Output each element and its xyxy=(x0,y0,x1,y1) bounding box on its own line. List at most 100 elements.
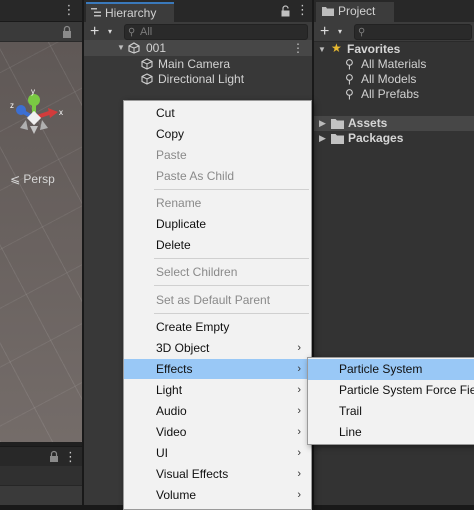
submenu-item-particle-system[interactable]: Particle System xyxy=(308,359,474,380)
hierarchy-scene-row[interactable]: ▼ 001 ⋮ xyxy=(84,40,312,56)
submenu-arrow-icon: › xyxy=(297,447,301,459)
menu-item-light[interactable]: Light › xyxy=(124,380,311,400)
menu-item-effects[interactable]: Effects › xyxy=(124,359,311,379)
game-tab-bar: ⋮ xyxy=(0,446,82,466)
persp-icon: ⩽ xyxy=(10,172,24,186)
submenu-item-trail[interactable]: Trail xyxy=(308,401,474,422)
unity-scene-icon xyxy=(128,42,140,54)
submenu-item-label: Trail xyxy=(339,404,362,418)
search-icon: ⚲ xyxy=(345,87,354,101)
effects-submenu: Particle System Particle System Force Fi… xyxy=(307,357,474,445)
tab-hierarchy[interactable]: Hierarchy xyxy=(86,2,174,22)
folder-row-assets[interactable]: ▶ Assets xyxy=(314,116,474,131)
menu-item-label: Audio xyxy=(156,404,187,418)
tab-project[interactable]: Project xyxy=(316,2,394,22)
hierarchy-tab-bar: Hierarchy ⋮ xyxy=(84,0,312,22)
submenu-arrow-icon: › xyxy=(297,384,301,396)
hierarchy-list-icon xyxy=(91,8,101,17)
expand-arrow-icon[interactable]: ▼ xyxy=(117,40,125,56)
chevron-down-icon: ▾ xyxy=(108,27,113,36)
folder-icon xyxy=(331,119,344,129)
favorite-item-all-models[interactable]: ⚲ All Models xyxy=(314,72,474,87)
project-add-button[interactable]: + ▾ xyxy=(320,24,350,40)
plus-icon: + xyxy=(320,23,330,40)
menu-item-label: Visual Effects xyxy=(156,467,229,481)
expand-arrow-icon[interactable]: ▼ xyxy=(318,42,326,57)
menu-item-set-default-parent: Set as Default Parent xyxy=(124,290,311,310)
menu-item-label: Create Empty xyxy=(156,320,230,334)
game-lock-icon[interactable] xyxy=(48,450,60,463)
menu-item-label: Volume xyxy=(156,488,197,502)
menu-item-cut[interactable]: Cut xyxy=(124,103,311,123)
favorites-label: Favorites xyxy=(347,42,401,56)
menu-item-audio[interactable]: Audio › xyxy=(124,401,311,421)
menu-item-label: Duplicate xyxy=(156,217,207,231)
gizmo-z-cone[interactable] xyxy=(16,105,26,115)
orientation-gizmo[interactable]: y x z xyxy=(6,88,66,148)
projection-toggle[interactable]: ⩽ Persp xyxy=(10,172,55,186)
scene-row-more-icon[interactable]: ⋮ xyxy=(292,40,304,56)
menu-item-duplicate[interactable]: Duplicate xyxy=(124,214,311,234)
favorite-item-all-materials[interactable]: ⚲ All Materials xyxy=(314,57,474,72)
hierarchy-toolbar: + ▾ ⚲ All xyxy=(84,22,312,42)
menu-item-create-empty[interactable]: Create Empty xyxy=(124,317,311,337)
menu-item-visual-effects[interactable]: Visual Effects › xyxy=(124,464,311,484)
hierarchy-item-directional-light[interactable]: Directional Light xyxy=(84,71,312,87)
favorite-item-label: All Materials xyxy=(361,57,427,71)
gizmo-x-cone[interactable] xyxy=(48,108,58,118)
menu-separator xyxy=(154,285,309,286)
folder-label: Packages xyxy=(348,131,404,145)
submenu-item-line[interactable]: Line xyxy=(308,422,474,443)
game-more-menu-icon[interactable]: ⋮ xyxy=(64,449,77,465)
hierarchy-search-placeholder: All xyxy=(140,26,153,38)
menu-item-delete[interactable]: Delete xyxy=(124,235,311,255)
scene-viewport[interactable]: y x z ⩽ Persp xyxy=(0,42,82,442)
submenu-arrow-icon: › xyxy=(297,426,301,438)
hierarchy-add-button[interactable]: + ▾ xyxy=(90,24,120,40)
menu-separator xyxy=(154,258,309,259)
project-tab-label: Project xyxy=(338,4,376,18)
scene-lock-icon[interactable] xyxy=(60,25,74,39)
menu-item-3d-object[interactable]: 3D Object › xyxy=(124,338,311,358)
project-search-input[interactable]: ⚲ xyxy=(354,24,472,40)
submenu-arrow-icon: › xyxy=(297,489,301,501)
project-tab-bar: Project xyxy=(314,0,474,22)
menu-item-video[interactable]: Video › xyxy=(124,422,311,442)
submenu-arrow-icon: › xyxy=(297,363,301,375)
menu-item-select-children: Select Children xyxy=(124,262,311,282)
hierarchy-more-menu-icon[interactable]: ⋮ xyxy=(296,2,309,18)
scene-more-menu-icon[interactable]: ⋮ xyxy=(62,2,76,18)
menu-item-volume[interactable]: Volume › xyxy=(124,485,311,505)
persp-label: Persp xyxy=(23,172,55,186)
hierarchy-lock-icon[interactable] xyxy=(280,5,291,17)
gameobject-icon xyxy=(141,73,153,85)
gameobject-icon xyxy=(141,58,153,70)
menu-item-label: Delete xyxy=(156,238,191,252)
folder-label: Assets xyxy=(348,116,388,130)
gizmo-z-label: z xyxy=(10,101,14,110)
menu-item-label: UI xyxy=(156,446,168,460)
gizmo-y-label: y xyxy=(31,88,35,96)
submenu-arrow-icon: › xyxy=(297,342,301,354)
expand-arrow-icon[interactable]: ▶ xyxy=(319,116,326,131)
menu-item-label: Rename xyxy=(156,196,202,210)
scene-tab-bar: ⋮ xyxy=(0,0,82,22)
chevron-down-icon: ▾ xyxy=(338,27,343,36)
submenu-item-particle-system-force-field[interactable]: Particle System Force Field xyxy=(308,380,474,401)
menu-item-ui[interactable]: UI › xyxy=(124,443,311,463)
scene-name: 001 xyxy=(146,41,167,55)
menu-item-rename: Rename xyxy=(124,193,311,213)
favorite-item-all-prefabs[interactable]: ⚲ All Prefabs xyxy=(314,87,474,102)
search-icon: ⚲ xyxy=(345,57,354,71)
favorites-row[interactable]: ▼ ★ Favorites xyxy=(314,41,474,57)
menu-item-label: Cut xyxy=(156,106,175,120)
expand-arrow-icon[interactable]: ▶ xyxy=(319,131,326,146)
hierarchy-item-main-camera[interactable]: Main Camera xyxy=(84,56,312,72)
folder-row-packages[interactable]: ▶ Packages xyxy=(314,131,474,146)
menu-item-label: Video xyxy=(156,425,187,439)
hierarchy-search-input[interactable]: ⚲ All xyxy=(124,24,308,40)
favorite-item-label: All Models xyxy=(361,72,417,86)
submenu-item-label: Particle System xyxy=(339,362,423,376)
game-panel-body xyxy=(0,466,82,505)
menu-item-copy[interactable]: Copy xyxy=(124,124,311,144)
